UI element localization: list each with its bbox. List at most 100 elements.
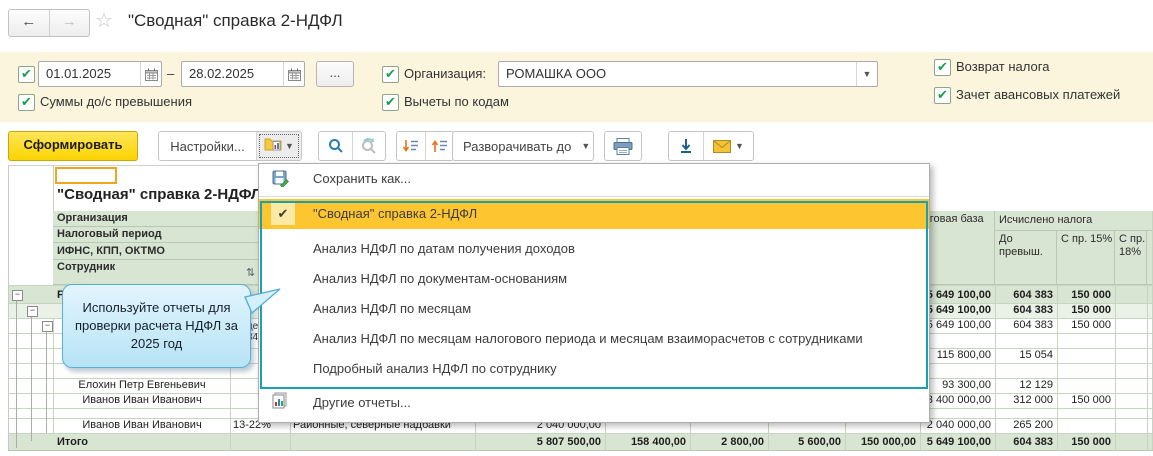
header-pr15: С пр. 15% [1057,231,1115,285]
tree-expander[interactable]: − [12,290,23,301]
chevron-down-icon: ▼ [581,141,591,151]
menu-item-save-as[interactable]: Сохранить как... [313,171,411,186]
cell-value: 115 800,00 [936,349,991,361]
nav-buttons: ← → [8,9,90,37]
menu-item-report-variant[interactable]: Анализ НДФЛ по датам получения доходов [313,234,575,264]
menu-item-report-variant[interactable]: Анализ НДФЛ по месяцам [313,294,471,324]
total-value: 5 600,00 [798,436,841,448]
expand-rows-icon [431,140,447,152]
download-icon [681,139,691,153]
menu-item-report-variant[interactable]: Анализ НДФЛ по месяцам налогового период… [313,324,863,354]
advance-offset-label: Зачет авансовых платежей [956,87,1121,102]
save-file-button[interactable] [669,132,703,160]
total-value: 150 000 [1071,436,1111,448]
total-value: 604 383 [1013,436,1053,448]
tree-line [31,317,32,441]
cell-value: 93 300,00 [942,379,991,391]
favorite-star-icon[interactable]: ☆ [95,8,113,33]
selected-cell[interactable] [55,167,117,184]
cell-value: 5 649 100,00 [926,289,991,301]
report-variants-menu: Сохранить как... ✔ "Сводная" справка 2-Н… [258,163,930,423]
menu-check-icon: ✔ [271,203,295,225]
sums-excess-label: Суммы до/с превышения [40,94,193,109]
sums-excess-checkbox[interactable]: ✔ [18,94,35,111]
tree-expander[interactable]: − [27,306,38,317]
header-until-excess: До превыш. [995,231,1057,285]
cell-value: 150 000 [1071,394,1111,406]
envelope-icon [713,139,732,153]
collapse-rows-icon [402,140,418,152]
total-value: 5 807 500,00 [536,436,601,448]
forward-button[interactable]: → [50,10,90,36]
header-calculated-tax: Исчислено налога [995,211,1153,231]
cell-value: 2 040 000,00 [926,419,991,431]
save-send-group: ▼ [668,131,754,161]
organization-label: Организация: [404,66,487,81]
grid-line [1147,285,1148,450]
period-checkbox[interactable]: ✔ [18,66,35,83]
search-icon [328,139,343,153]
back-button[interactable]: ← [9,10,50,36]
settings-group: Настройки... ▼ [158,131,302,161]
calendar-icon[interactable] [140,62,161,86]
organization-checkbox[interactable]: ✔ [382,66,399,83]
expand-to-button[interactable]: Разворачивать до ▼ [452,131,594,161]
deductions-by-codes-checkbox[interactable]: ✔ [382,94,399,111]
report-variant-button[interactable]: ▼ [257,132,301,160]
generate-button[interactable]: Сформировать [8,131,138,161]
report-variant-icon [264,136,282,156]
total-value: 150 000,00 [860,436,916,448]
cell-employee-name: Елохин Петр Евгеньевич [78,379,206,391]
calendar-icon[interactable] [283,62,304,86]
tax-refund-label: Возврат налога [956,59,1050,74]
app-window: ← → ☆ "Сводная" справка 2-НДФЛ ✔ 01.01.2… [0,0,1153,456]
menu-item-other-reports[interactable]: Другие отчеты... [313,390,411,416]
print-button[interactable] [604,131,642,161]
menu-item-report-variant[interactable]: "Сводная" справка 2-НДФЛ [313,199,477,229]
period-from-value[interactable]: 01.01.2025 [39,62,140,86]
menu-item-report-variant[interactable]: Подробный анализ НДФЛ по сотруднику [313,354,557,384]
send-email-button[interactable]: ▼ [704,132,753,160]
cell-value: 5 649 100,00 [926,319,991,331]
total-value: 2 800,00 [721,436,764,448]
collapse-rows-button[interactable] [397,132,425,160]
settings-button[interactable]: Настройки... [159,132,256,160]
chevron-down-icon[interactable]: ▼ [856,62,877,86]
grid-line [1115,285,1116,450]
chevron-down-icon: ▼ [285,141,294,151]
tax-refund-checkbox[interactable]: ✔ [934,59,951,76]
chevron-down-icon: ▼ [735,141,744,151]
organization-combobox[interactable]: РОМАШКА ООО ▼ [498,61,878,87]
period-more-button[interactable]: ... [316,61,354,87]
expand-rows-button[interactable] [426,132,453,160]
cell-value: 12 129 [1019,379,1053,391]
tree-expander[interactable]: − [42,321,53,332]
print-icon [613,137,633,155]
menu-separator [259,196,929,197]
tree-line [46,332,47,433]
cell-value: 265 200 [1013,419,1053,431]
callout-bubble: Используйте отчеты для проверки расчета … [62,284,251,368]
cell-value: 150 000 [1071,289,1111,301]
advance-offset-checkbox[interactable]: ✔ [934,87,951,104]
period-to-value[interactable]: 28.02.2025 [182,62,283,86]
total-value: 158 400,00 [630,436,686,448]
cell-employee-name: Иванов Иван Иванович [82,419,202,431]
other-reports-icon [272,392,287,414]
tree-line [16,301,17,448]
period-from-field[interactable]: 01.01.2025 [38,61,162,87]
menu-item-report-variant[interactable]: Анализ НДФЛ по документам-основаниям [313,264,567,294]
period-dash: – [167,66,175,81]
organization-value[interactable]: РОМАШКА ООО [499,62,856,86]
cell-value: 150 000 [1071,319,1111,331]
cancel-search-button[interactable] [353,132,385,160]
callout-tail [244,288,281,315]
cancel-search-icon [362,138,376,154]
total-value: 5 649 100,00 [926,436,991,448]
search-button[interactable] [319,132,352,160]
search-group [318,131,386,161]
cell-value: 604 383 [1013,319,1053,331]
cell-value: 15 054 [1019,349,1053,361]
period-to-field[interactable]: 28.02.2025 [181,61,305,87]
collapse-expand-group [396,131,454,161]
